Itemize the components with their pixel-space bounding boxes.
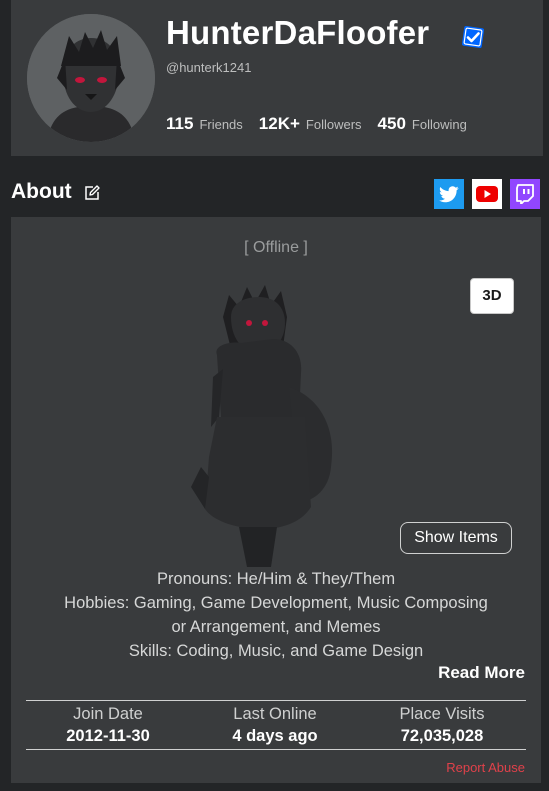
profile-header: HunterDaFloofer @hunterk1241 115 Friends…	[11, 0, 543, 156]
divider	[26, 749, 526, 750]
youtube-link[interactable]	[472, 179, 502, 209]
join-date-label: Join Date	[73, 705, 143, 723]
username-handle: @hunterk1241	[166, 60, 252, 75]
last-online-label: Last Online	[233, 705, 317, 723]
last-online-stat: Last Online 4 days ago	[190, 704, 360, 748]
avatar-3d-render[interactable]	[161, 277, 361, 567]
twitch-icon	[516, 184, 534, 204]
following-label[interactable]: Following	[412, 117, 467, 132]
place-visits-label: Place Visits	[399, 705, 485, 723]
place-visits-stat: Place Visits 72,035,028	[357, 704, 527, 748]
report-abuse-link[interactable]: Report Abuse	[446, 760, 525, 775]
place-visits-value: 72,035,028	[400, 727, 484, 745]
followers-count[interactable]: 12K+	[259, 114, 300, 134]
twitch-link[interactable]	[510, 179, 540, 209]
followers-label[interactable]: Followers	[306, 117, 362, 132]
show-items-button[interactable]: Show Items	[400, 522, 512, 554]
bio-line: Skills: Coding, Music, and Game Design	[128, 642, 424, 660]
about-panel: [ Offline ] 3D Show Items Pronouns: He/H…	[11, 217, 541, 783]
friends-count[interactable]: 115	[166, 114, 193, 134]
profile-description: Pronouns: He/Him & They/Them Hobbies: Ga…	[21, 567, 531, 663]
divider	[26, 700, 526, 701]
avatar[interactable]	[27, 14, 155, 142]
edit-icon[interactable]	[84, 185, 100, 201]
youtube-icon	[476, 186, 498, 202]
twitter-icon	[439, 185, 459, 202]
twitter-link[interactable]	[434, 179, 464, 209]
social-stats: 115 Friends 12K+ Followers 450 Following	[166, 114, 483, 134]
bio-line: Pronouns: He/Him & They/Them	[156, 570, 396, 588]
display-name: HunterDaFloofer	[166, 14, 430, 51]
join-date-value: 2012-11-30	[66, 727, 150, 745]
following-count[interactable]: 450	[378, 114, 406, 134]
toggle-3d-button[interactable]: 3D	[470, 278, 514, 314]
join-date-stat: Join Date 2012-11-30	[23, 704, 193, 748]
bio-line: Hobbies: Gaming, Game Development, Music…	[64, 594, 488, 612]
read-more-link[interactable]: Read More	[438, 663, 525, 683]
verified-badge-icon	[461, 25, 485, 49]
last-online-value: 4 days ago	[232, 727, 318, 745]
about-heading: About	[11, 180, 72, 203]
presence-status: [ Offline ]	[244, 239, 308, 256]
bio-line: or Arrangement, and Memes	[171, 618, 381, 636]
friends-label[interactable]: Friends	[199, 117, 242, 132]
